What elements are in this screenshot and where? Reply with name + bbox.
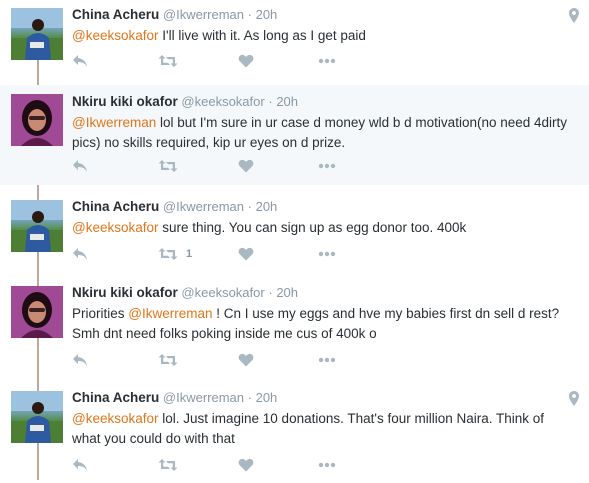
tweet-actions: 1 bbox=[72, 246, 348, 262]
tweet-fullname[interactable]: China Acheru bbox=[72, 390, 159, 405]
header-separator: · bbox=[268, 94, 273, 109]
tweet-timestamp[interactable]: 20h bbox=[276, 94, 298, 109]
tweet-fullname[interactable]: Nkiru kiki okafor bbox=[72, 94, 178, 109]
tweet[interactable]: Nkiru kiki okafor @keeksokafor · 20h Pri… bbox=[0, 278, 589, 378]
avatar[interactable] bbox=[11, 286, 63, 338]
avatar[interactable] bbox=[11, 94, 63, 146]
tweet-fullname[interactable]: China Acheru bbox=[72, 199, 159, 214]
more-icon bbox=[318, 58, 336, 64]
reply-icon bbox=[73, 459, 87, 471]
more-icon bbox=[318, 357, 336, 363]
tweet-text-body: I'll live with it. As long as I get paid bbox=[158, 28, 366, 43]
tweet-username[interactable]: @Ikwerreman bbox=[163, 7, 244, 22]
tweet[interactable]: Nkiru kiki okafor @keeksokafor · 20h @Ik… bbox=[0, 85, 589, 185]
more-button[interactable] bbox=[318, 462, 348, 468]
tweet-fullname[interactable]: China Acheru bbox=[72, 7, 159, 22]
retweet-icon bbox=[158, 55, 178, 67]
tweet-timestamp[interactable]: 20h bbox=[256, 390, 278, 405]
reply-icon bbox=[73, 248, 87, 260]
reply-button[interactable] bbox=[72, 458, 158, 472]
tweet-timestamp[interactable]: 20h bbox=[256, 199, 278, 214]
retweet-count: 1 bbox=[186, 248, 193, 260]
like-button[interactable] bbox=[238, 159, 318, 173]
retweet-button[interactable] bbox=[158, 54, 238, 68]
location-pin-icon[interactable] bbox=[569, 8, 579, 28]
tweet-text-prefix: Priorities bbox=[72, 306, 129, 321]
heart-icon bbox=[238, 247, 254, 261]
tweet-username[interactable]: @keeksokafor bbox=[181, 94, 264, 109]
tweet-username[interactable]: @Ikwerreman bbox=[163, 199, 244, 214]
mention-link[interactable]: @keeksokafor bbox=[72, 220, 159, 235]
tweet-username[interactable]: @Ikwerreman bbox=[163, 390, 244, 405]
heart-icon bbox=[238, 54, 254, 68]
heart-icon bbox=[238, 458, 254, 472]
mention-link[interactable]: @Ikwerreman bbox=[128, 306, 212, 321]
retweet-button[interactable]: 1 bbox=[158, 247, 238, 261]
tweet-actions bbox=[72, 158, 348, 174]
tweet-text: @keeksokafor lol. Just imagine 10 donati… bbox=[72, 409, 575, 449]
tweet-timestamp[interactable]: 20h bbox=[276, 285, 298, 300]
reply-button[interactable] bbox=[72, 247, 158, 261]
like-button[interactable] bbox=[238, 247, 318, 261]
more-icon bbox=[318, 163, 336, 169]
mention-link[interactable]: @keeksokafor bbox=[72, 28, 159, 43]
tweet-text: Priorities @Ikwerreman ! Cn I use my egg… bbox=[72, 304, 575, 344]
reply-button[interactable] bbox=[72, 353, 158, 367]
retweet-button[interactable] bbox=[158, 159, 238, 173]
header-separator: · bbox=[247, 199, 252, 214]
tweet-fullname[interactable]: Nkiru kiki okafor bbox=[72, 285, 178, 300]
location-pin-icon[interactable] bbox=[569, 391, 579, 411]
retweet-icon bbox=[158, 354, 178, 366]
more-button[interactable] bbox=[318, 58, 348, 64]
more-icon bbox=[318, 462, 336, 468]
avatar[interactable] bbox=[11, 200, 63, 252]
tweet-timestamp[interactable]: 20h bbox=[256, 7, 278, 22]
mention-link[interactable]: @keeksokafor bbox=[72, 411, 159, 426]
tweet-text: @keeksokafor I'll live with it. As long … bbox=[72, 26, 575, 46]
reply-icon bbox=[73, 55, 87, 67]
heart-icon bbox=[238, 159, 254, 173]
mention-link[interactable]: @Ikwerreman bbox=[72, 115, 156, 130]
tweet-username[interactable]: @keeksokafor bbox=[181, 285, 264, 300]
retweet-icon bbox=[158, 248, 178, 260]
more-button[interactable] bbox=[318, 357, 348, 363]
retweet-icon bbox=[158, 160, 178, 172]
more-button[interactable] bbox=[318, 163, 348, 169]
avatar[interactable] bbox=[11, 391, 63, 443]
tweet[interactable]: China Acheru @Ikwerreman · 20h @keeksoka… bbox=[0, 192, 589, 272]
avatar[interactable] bbox=[11, 8, 63, 60]
tweet-actions bbox=[72, 457, 348, 473]
reply-button[interactable] bbox=[72, 159, 158, 173]
header-separator: · bbox=[247, 390, 252, 405]
more-button[interactable] bbox=[318, 251, 348, 257]
header-separator: · bbox=[268, 285, 273, 300]
reply-icon bbox=[73, 354, 87, 366]
like-button[interactable] bbox=[238, 54, 318, 68]
like-button[interactable] bbox=[238, 458, 318, 472]
tweet-actions bbox=[72, 53, 348, 69]
like-button[interactable] bbox=[238, 353, 318, 367]
tweet-actions bbox=[72, 352, 348, 368]
retweet-icon bbox=[158, 459, 178, 471]
retweet-button[interactable] bbox=[158, 353, 238, 367]
tweet-text: @keeksokafor sure thing. You can sign up… bbox=[72, 218, 575, 238]
retweet-button[interactable] bbox=[158, 458, 238, 472]
tweet[interactable]: China Acheru @Ikwerreman · 20h @keeksoka… bbox=[0, 383, 589, 483]
reply-button[interactable] bbox=[72, 54, 158, 68]
more-icon bbox=[318, 251, 336, 257]
heart-icon bbox=[238, 353, 254, 367]
tweet[interactable]: China Acheru @Ikwerreman · 20h @keeksoka… bbox=[0, 0, 589, 83]
tweet-text: @Ikwerreman lol but I'm sure in ur case … bbox=[72, 113, 575, 153]
header-separator: · bbox=[247, 7, 252, 22]
tweet-text-body: sure thing. You can sign up as egg donor… bbox=[158, 220, 467, 235]
reply-icon bbox=[73, 160, 87, 172]
